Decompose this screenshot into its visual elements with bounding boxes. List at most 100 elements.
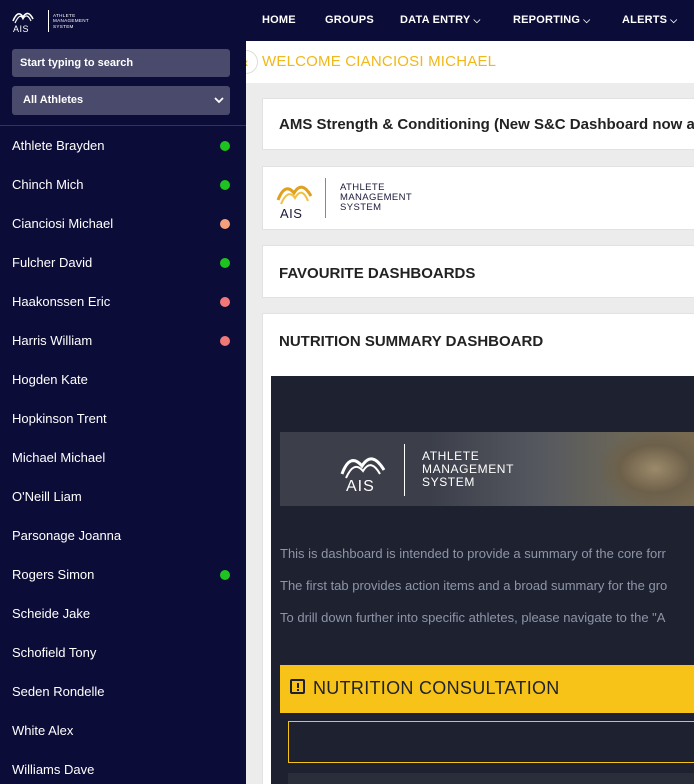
athlete-name: Schofield Tony (12, 645, 97, 660)
status-dot (220, 258, 230, 268)
logo-wordmark: ATHLETE MANAGEMENT SYSTEM (53, 13, 89, 29)
athlete-item[interactable]: Williams Dave (0, 750, 246, 784)
status-dot (220, 336, 230, 346)
athlete-name: Fulcher David (12, 255, 93, 270)
ams-banner-image: AIS ATHLETE MANAGEMENT SYSTEM (280, 432, 694, 506)
athlete-item[interactable]: Fulcher David (0, 243, 246, 282)
athlete-item[interactable]: Seden Rondelle (0, 672, 246, 711)
athlete-item[interactable]: Parsonage Joanna (0, 516, 246, 555)
athlete-item[interactable]: Scheide Jake (0, 594, 246, 633)
athlete-item[interactable]: Schofield Tony (0, 633, 246, 672)
athlete-item[interactable]: White Alex (0, 711, 246, 750)
favourite-dashboards-card[interactable]: FAVOURITE DASHBOARDS (262, 245, 694, 298)
athlete-item[interactable]: Michael Michael (0, 438, 246, 477)
athlete-name: Harris William (12, 333, 93, 348)
dashboard-description-3: To drill down further into specific athl… (280, 610, 666, 625)
announcement-text: AMS Strength & Conditioning (New S&C Das… (279, 116, 694, 133)
welcome-message: WELCOME CIANCIOSI MICHAEL (262, 53, 497, 70)
status-dot (220, 180, 230, 190)
athlete-item[interactable]: Rogers Simon (0, 555, 246, 594)
banner-wordmark: ATHLETE MANAGEMENT SYSTEM (422, 450, 514, 489)
athlete-name: Seden Rondelle (12, 684, 105, 699)
calendar-alert-icon (290, 679, 305, 694)
athlete-name: Hogden Kate (12, 372, 88, 387)
banner-word-3: SYSTEM (422, 475, 475, 489)
athlete-filter-select[interactable]: All Athletes (12, 86, 230, 115)
athlete-name: Parsonage Joanna (12, 528, 122, 543)
ams-logo-divider (325, 178, 326, 218)
nutrition-consultation-row (288, 773, 694, 784)
athlete-search-input[interactable]: Start typing to search (12, 49, 230, 77)
ams-word-3: SYSTEM (340, 202, 382, 213)
athlete-list: Athlete Brayden Chinch Mich Cianciosi Mi… (0, 126, 246, 784)
nav-home[interactable]: HOME (262, 0, 296, 41)
chevron-down-icon: ⌵ (583, 15, 591, 25)
athlete-name: Hopkinson Trent (12, 411, 107, 426)
ais-logo-icon: AIS (275, 176, 315, 221)
athlete-name: Rogers Simon (12, 567, 95, 582)
ais-logo-icon: AIS (10, 7, 36, 35)
main-content: WELCOME CIANCIOSI MICHAEL AMS Strength &… (246, 41, 694, 784)
athlete-item[interactable]: Haakonssen Eric (0, 282, 246, 321)
athlete-name: Cianciosi Michael (12, 216, 114, 231)
status-dot (220, 297, 230, 307)
chevron-down-icon (214, 86, 224, 127)
athlete-item[interactable]: Harris William (0, 321, 246, 360)
nutrition-consultation-header[interactable]: NUTRITION CONSULTATION (280, 665, 694, 713)
athlete-item[interactable]: Athlete Brayden (0, 126, 246, 165)
nutrition-summary-title: NUTRITION SUMMARY DASHBOARD (279, 333, 544, 350)
announcement-card[interactable]: AMS Strength & Conditioning (New S&C Das… (262, 98, 694, 150)
ams-logo-mark-text: AIS (280, 206, 303, 221)
athlete-name: O'Neill Liam (12, 489, 82, 504)
status-dot (220, 219, 230, 229)
nav-reporting-label: REPORTING (513, 14, 581, 26)
nutrition-dashboard-embed: AIS ATHLETE MANAGEMENT SYSTEM This is da… (271, 376, 694, 784)
top-navigation: HOME GROUPS DATA ENTRY ⌵ REPORTING ⌵ ALERT… (246, 0, 694, 41)
logo-mark-text: AIS (13, 24, 30, 34)
nav-alerts-label: ALERTS (622, 14, 668, 26)
athlete-item[interactable]: O'Neill Liam (0, 477, 246, 516)
nutrition-summary-card: NUTRITION SUMMARY DASHBOARD AIS ATHLETE … (262, 313, 694, 784)
athlete-filter-value: All Athletes (23, 94, 84, 106)
nutrition-consultation-panel (288, 721, 694, 763)
nav-data-entry[interactable]: DATA ENTRY ⌵ (400, 0, 480, 41)
athlete-name: Haakonssen Eric (12, 294, 111, 309)
nav-home-label: HOME (262, 14, 296, 26)
nav-groups-label: GROUPS (325, 14, 374, 26)
dashboard-description-1: This is dashboard is intended to provide… (280, 546, 666, 561)
nav-groups[interactable]: GROUPS (325, 0, 374, 41)
athlete-item[interactable]: Cianciosi Michael (0, 204, 246, 243)
sidebar: AIS ATHLETE MANAGEMENT SYSTEM Start typi… (0, 0, 246, 784)
logo-word-3: SYSTEM (53, 23, 74, 29)
status-dot (220, 141, 230, 151)
ams-logo-card: AIS ATHLETE MANAGEMENT SYSTEM (262, 166, 694, 230)
athlete-name: Scheide Jake (12, 606, 91, 621)
athlete-name: Michael Michael (12, 450, 106, 465)
app-logo[interactable]: AIS ATHLETE MANAGEMENT SYSTEM (10, 7, 100, 35)
nav-data-entry-label: DATA ENTRY (400, 14, 471, 26)
nav-alerts[interactable]: ALERTS ⌵ (622, 0, 677, 41)
ams-logo-words: ATHLETE MANAGEMENT SYSTEM (340, 183, 412, 213)
nav-reporting[interactable]: REPORTING ⌵ (513, 0, 590, 41)
athlete-item[interactable]: Hogden Kate (0, 360, 246, 399)
banner-athlete-photo (600, 432, 694, 506)
banner-divider (404, 444, 405, 496)
logo-word-2: MANAGEMENT (53, 18, 89, 24)
status-dot (220, 570, 230, 580)
chevron-down-icon: ⌵ (670, 15, 678, 25)
athlete-item[interactable]: Chinch Mich (0, 165, 246, 204)
athlete-name: Williams Dave (12, 762, 95, 777)
welcome-bar: WELCOME CIANCIOSI MICHAEL (246, 41, 694, 83)
chevron-left-icon: ‹ (246, 54, 248, 70)
athlete-item[interactable]: Hopkinson Trent (0, 399, 246, 438)
nutrition-consultation-title: NUTRITION CONSULTATION (313, 678, 560, 698)
logo-divider (48, 10, 49, 32)
dashboard-description-2: The first tab provides action items and … (280, 578, 668, 593)
ams-logo: AIS ATHLETE MANAGEMENT SYSTEM (275, 176, 412, 221)
chevron-down-icon: ⌵ (473, 15, 481, 25)
athlete-name: White Alex (12, 723, 74, 738)
athlete-name: Chinch Mich (12, 177, 84, 192)
banner-mark-text: AIS (346, 478, 375, 495)
favourite-dashboards-title: FAVOURITE DASHBOARDS (279, 265, 476, 282)
athlete-name: Athlete Brayden (12, 138, 105, 153)
